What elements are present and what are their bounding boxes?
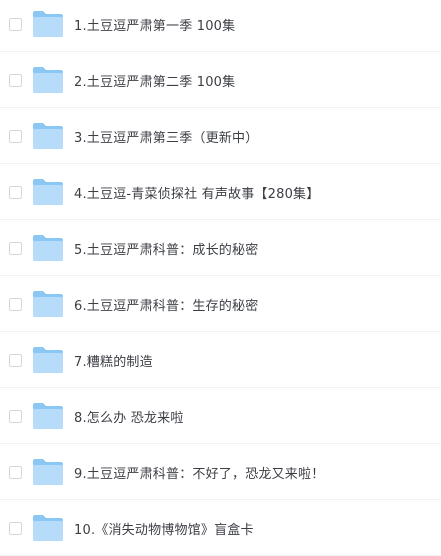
folder-icon [32, 66, 64, 94]
file-list: 1.土豆逗严肃第一季 100集 2.土豆逗严肃第二季 100集 3.土豆逗严肃第… [0, 0, 441, 556]
row-checkbox[interactable] [9, 353, 22, 367]
folder-icon [32, 346, 64, 374]
folder-icon [32, 290, 64, 318]
folder-name[interactable]: 7.糟糕的制造 [74, 351, 153, 370]
folder-name[interactable]: 3.土豆逗严肃第三季（更新中） [74, 127, 258, 146]
folder-name[interactable]: 4.土豆逗-青菜侦探社 有声故事【280集】 [74, 183, 319, 202]
list-item-folder-9[interactable]: 9.土豆逗严肃科普：不好了，恐龙又来啦！ [0, 444, 441, 500]
folder-name[interactable]: 10.《消失动物博物馆》盲盒卡 [74, 519, 254, 538]
list-item-folder-8[interactable]: 8.怎么办 恐龙来啦 [0, 388, 441, 444]
folder-name[interactable]: 5.土豆逗严肃科普：成长的秘密 [74, 239, 258, 258]
row-checkbox[interactable] [9, 73, 22, 87]
list-item-folder-4[interactable]: 4.土豆逗-青菜侦探社 有声故事【280集】 [0, 164, 441, 220]
folder-icon [32, 514, 64, 542]
folder-name[interactable]: 1.土豆逗严肃第一季 100集 [74, 15, 235, 34]
list-item-folder-5[interactable]: 5.土豆逗严肃科普：成长的秘密 [0, 220, 441, 276]
row-checkbox[interactable] [9, 409, 22, 423]
list-item-folder-2[interactable]: 2.土豆逗严肃第二季 100集 [0, 52, 441, 108]
list-item-folder-7[interactable]: 7.糟糕的制造 [0, 332, 441, 388]
list-item-folder-3[interactable]: 3.土豆逗严肃第三季（更新中） [0, 108, 441, 164]
row-checkbox[interactable] [9, 297, 22, 311]
folder-icon [32, 458, 64, 486]
folder-name[interactable]: 8.怎么办 恐龙来啦 [74, 407, 184, 426]
folder-icon [32, 10, 64, 38]
row-checkbox[interactable] [9, 465, 22, 479]
folder-name[interactable]: 2.土豆逗严肃第二季 100集 [74, 71, 235, 90]
folder-name[interactable]: 6.土豆逗严肃科普：生存的秘密 [74, 295, 258, 314]
folder-icon [32, 234, 64, 262]
row-checkbox[interactable] [9, 17, 22, 31]
list-item-folder-10[interactable]: 10.《消失动物博物馆》盲盒卡 [0, 500, 441, 556]
row-checkbox[interactable] [9, 521, 22, 535]
folder-icon [32, 178, 64, 206]
folder-name[interactable]: 9.土豆逗严肃科普：不好了，恐龙又来啦！ [74, 463, 324, 482]
folder-icon [32, 402, 64, 430]
row-checkbox[interactable] [9, 241, 22, 255]
list-item-folder-6[interactable]: 6.土豆逗严肃科普：生存的秘密 [0, 276, 441, 332]
row-checkbox[interactable] [9, 129, 22, 143]
folder-icon [32, 122, 64, 150]
row-checkbox[interactable] [9, 185, 22, 199]
list-item-folder-1[interactable]: 1.土豆逗严肃第一季 100集 [0, 0, 441, 52]
